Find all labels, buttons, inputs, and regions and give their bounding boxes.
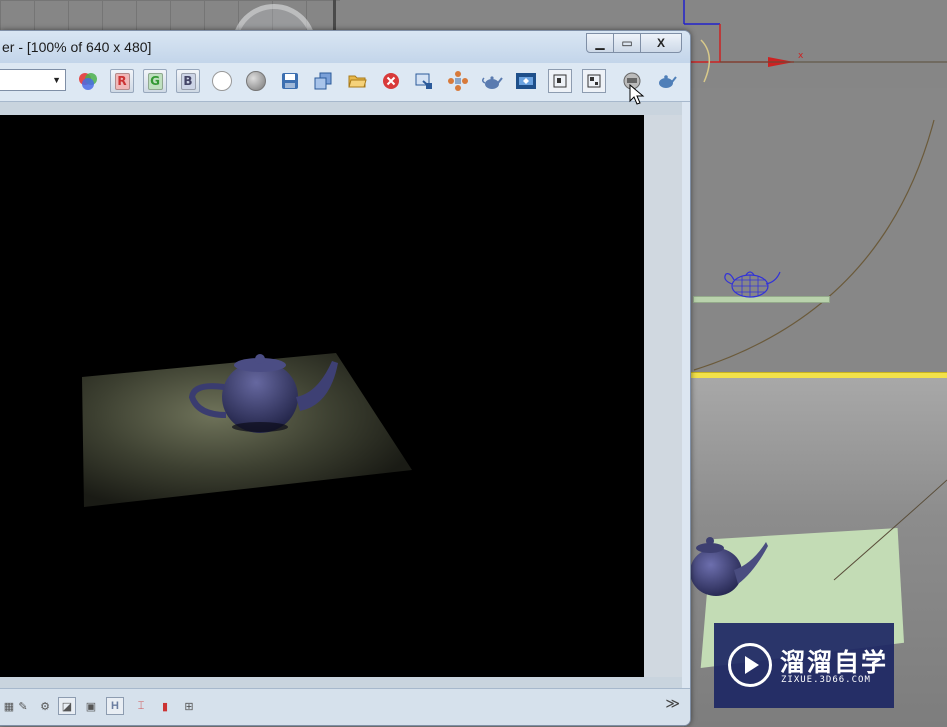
title-bar[interactable]: er - [100% of 640 x 480] ▁ ▭ X [0, 31, 690, 63]
clone-frame-icon[interactable] [311, 69, 335, 93]
bottom-toolbar: ▦ ✎ ⚙ ◪ ▣ H ⌶ ▮ ⊞ ≫ [0, 688, 690, 725]
display-channels-icon[interactable] [514, 69, 538, 93]
maximize-icon: ▭ [621, 36, 633, 50]
teapot-render-icon[interactable] [480, 69, 504, 93]
h-toggle-label: H [111, 700, 119, 712]
play-logo-icon [728, 643, 772, 687]
network-render-icon[interactable] [446, 69, 470, 93]
clear-icon[interactable] [379, 69, 403, 93]
gear-icon[interactable]: ⚙ [36, 697, 54, 715]
red-channel-toggle[interactable]: R [110, 69, 134, 93]
color-picker-icon[interactable] [76, 69, 100, 93]
h-toggle-button[interactable]: H [106, 697, 124, 715]
rendered-scene [82, 353, 412, 507]
rendered-image [0, 115, 644, 677]
watermark: 溜溜自学 ZIXUE.3D66.COM [714, 623, 894, 708]
frame-a-icon[interactable] [548, 69, 572, 93]
chevron-down-icon: ▼ [52, 75, 61, 85]
blue-channel-label: B [180, 72, 196, 90]
window-controls: ▁ ▭ X [586, 33, 682, 53]
white-circle-icon[interactable] [210, 69, 234, 93]
watermark-chinese-text: 溜溜自学 [780, 648, 889, 677]
save-image-icon[interactable] [278, 69, 302, 93]
close-icon: X [656, 36, 665, 50]
mouse-cursor-icon [629, 84, 645, 105]
pencil-icon[interactable]: ✎ [14, 697, 32, 715]
teapot-shaded-icon [690, 537, 768, 596]
open-folder-icon[interactable] [345, 69, 369, 93]
close-button[interactable]: X [641, 33, 682, 53]
maximize-button[interactable]: ▭ [614, 33, 641, 53]
teapot-icon[interactable] [654, 69, 678, 93]
teapot-wireframe-icon [724, 271, 781, 298]
render-view-area [0, 102, 682, 688]
blue-channel-toggle[interactable]: B [176, 69, 200, 93]
expand-chevron-icon[interactable]: ≫ [665, 695, 680, 712]
window-title: er - [100% of 640 x 480] [2, 39, 152, 55]
copy-image-icon[interactable] [412, 69, 436, 93]
gray-circle-icon[interactable] [244, 69, 268, 93]
monitor-icon[interactable]: ▣ [82, 697, 100, 715]
axis-gizmo: x [683, 0, 947, 83]
frame-b-icon[interactable] [582, 69, 606, 93]
minimize-button[interactable]: ▁ [586, 33, 614, 53]
levels-icon[interactable]: ▮ [156, 697, 174, 715]
red-channel-label: R [114, 72, 130, 90]
plus-box-icon[interactable]: ⊞ [180, 697, 198, 715]
area-to-render-dropdown[interactable]: ▼ [0, 69, 66, 91]
rendered-frame-window[interactable]: er - [100% of 640 x 480] ▁ ▭ X ▼ R G B ▦… [0, 30, 691, 726]
vertical-scrollbar[interactable] [644, 115, 682, 677]
bracket-icon[interactable]: ⌶ [132, 697, 150, 715]
minimize-icon: ▁ [595, 36, 605, 50]
render-toolbar: ▼ R G B [0, 63, 690, 102]
region-icon[interactable]: ◪ [58, 697, 76, 715]
green-channel-toggle[interactable]: G [143, 69, 167, 93]
axis-x-label: x [798, 51, 804, 61]
green-channel-label: G [147, 72, 163, 90]
watermark-url: ZIXUE.3D66.COM [781, 675, 871, 685]
